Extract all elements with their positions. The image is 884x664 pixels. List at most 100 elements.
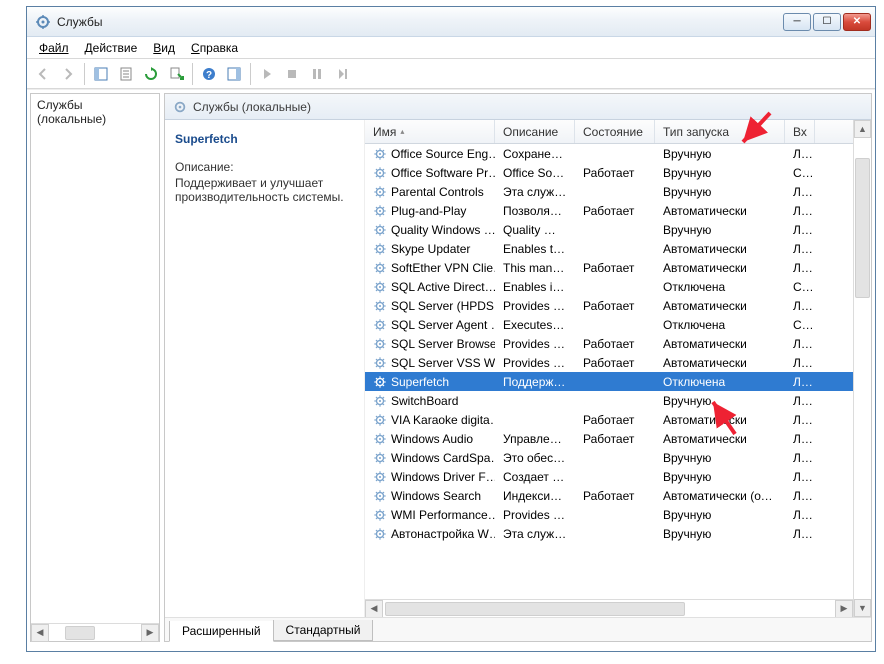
export-button[interactable] <box>164 62 188 86</box>
close-button[interactable]: ✕ <box>843 13 871 31</box>
service-row[interactable]: SQL Server BrowserProvides S…РаботаетАвт… <box>365 334 853 353</box>
cell-start-type: Вручную <box>655 185 785 199</box>
svg-text:?: ? <box>206 70 212 81</box>
cell-name: SQL Server (HPDS… <box>365 299 495 313</box>
tab-standard[interactable]: Стандартный <box>273 620 374 641</box>
cell-start-type: Автоматически <box>655 204 785 218</box>
cell-start-type: Автоматически <box>655 299 785 313</box>
tree-h-scrollbar[interactable]: ◀ ▶ <box>31 623 159 641</box>
titlebar: Службы ─ ☐ ✕ <box>27 7 875 37</box>
menu-action[interactable]: Действие <box>77 39 146 57</box>
start-service-button[interactable] <box>255 62 279 86</box>
console-tree[interactable]: Службы (локальные) ◀ ▶ <box>30 93 160 642</box>
cell-description: This mana… <box>495 261 575 275</box>
service-row[interactable]: Office Software Pr…Office Soft…РаботаетВ… <box>365 163 853 182</box>
cell-name: Parental Controls <box>365 185 495 199</box>
scroll-left-icon[interactable]: ◀ <box>31 624 49 642</box>
service-list[interactable]: Office Source Eng…Сохранен…ВручнуюЛоOffi… <box>365 144 853 599</box>
service-row[interactable]: Parental ControlsЭта служб… ВручнуюЛо <box>365 182 853 201</box>
list-header: Имя▴ Описание Состояние Тип запуска Вх <box>365 120 853 144</box>
refresh-button[interactable] <box>139 62 163 86</box>
pause-service-button[interactable] <box>305 62 329 86</box>
show-hide-tree-button[interactable] <box>89 62 113 86</box>
cell-start-type: Вручную <box>655 147 785 161</box>
cell-start-type: Автоматически <box>655 261 785 275</box>
cell-description: Эта служб… <box>495 185 575 199</box>
cell-state: Работает <box>575 337 655 351</box>
column-logon[interactable]: Вх <box>785 120 815 143</box>
cell-description: Quality Wi… <box>495 223 575 237</box>
service-row[interactable]: Office Source Eng…Сохранен…ВручнуюЛо <box>365 144 853 163</box>
cell-start-type: Вручную <box>655 470 785 484</box>
cell-logon: Ло <box>785 394 815 408</box>
cell-description: Позволяет… <box>495 204 575 218</box>
column-start-type[interactable]: Тип запуска <box>655 120 785 143</box>
cell-start-type: Отключена <box>655 280 785 294</box>
service-row[interactable]: Windows SearchИндексиро…РаботаетАвтомати… <box>365 486 853 505</box>
cell-logon: Ло <box>785 413 815 427</box>
cell-logon: Ло <box>785 185 815 199</box>
column-state[interactable]: Состояние <box>575 120 655 143</box>
service-row[interactable]: Автонастройка W…Эта служб…ВручнуюЛо <box>365 524 853 543</box>
cell-logon: Ло <box>785 489 815 503</box>
service-row[interactable]: SwitchBoardВручнуюЛо <box>365 391 853 410</box>
service-row[interactable]: SQL Server (HPDS…Provides st…РаботаетАвт… <box>365 296 853 315</box>
service-row[interactable]: Windows CardSpa…Это обесп…ВручнуюЛо <box>365 448 853 467</box>
cell-logon: Ло <box>785 432 815 446</box>
menu-view[interactable]: Вид <box>145 39 183 57</box>
service-row[interactable]: VIA Karaoke digita…РаботаетАвтоматически… <box>365 410 853 429</box>
scroll-thumb[interactable] <box>855 158 870 298</box>
service-row[interactable]: SQL Server Agent …Executes jo…ОтключенаС… <box>365 315 853 334</box>
scroll-up-icon[interactable]: ▲ <box>854 120 871 138</box>
scroll-left-icon[interactable]: ◀ <box>365 600 383 618</box>
cell-name: Office Software Pr… <box>365 166 495 180</box>
service-row[interactable]: Plug-and-PlayПозволяет…РаботаетАвтоматич… <box>365 201 853 220</box>
cell-name: Quality Windows … <box>365 223 495 237</box>
scroll-thumb[interactable] <box>385 602 685 616</box>
cell-description: Enables th… <box>495 242 575 256</box>
show-hide-action-pane-button[interactable] <box>222 62 246 86</box>
restart-service-button[interactable] <box>330 62 354 86</box>
back-button[interactable] <box>31 62 55 86</box>
forward-button[interactable] <box>56 62 80 86</box>
list-h-scrollbar[interactable]: ◀ ▶ <box>365 599 853 617</box>
cell-name: Office Source Eng… <box>365 147 495 161</box>
service-row[interactable]: Windows Driver F…Создает пр…ВручнуюЛо <box>365 467 853 486</box>
scroll-thumb[interactable] <box>65 626 95 640</box>
service-row[interactable]: SuperfetchПоддержи…ОтключенаЛо <box>365 372 853 391</box>
service-row[interactable]: WMI Performance…Provides p…ВручнуюЛо <box>365 505 853 524</box>
menu-bar: Файл Действие Вид Справка <box>27 37 875 59</box>
scroll-down-icon[interactable]: ▼ <box>854 599 871 617</box>
scroll-right-icon[interactable]: ▶ <box>835 600 853 618</box>
stop-service-button[interactable] <box>280 62 304 86</box>
cell-name: Автонастройка W… <box>365 527 495 541</box>
minimize-button[interactable]: ─ <box>783 13 811 31</box>
tab-extended[interactable]: Расширенный <box>169 621 274 642</box>
cell-name: Windows CardSpa… <box>365 451 495 465</box>
tree-root[interactable]: Службы (локальные) <box>37 98 106 126</box>
cell-name: Plug-and-Play <box>365 204 495 218</box>
cell-description: Индексиро… <box>495 489 575 503</box>
menu-file[interactable]: Файл <box>31 39 77 57</box>
column-name[interactable]: Имя▴ <box>365 120 495 143</box>
service-row[interactable]: SQL Active Direct…Enables int…ОтключенаС… <box>365 277 853 296</box>
cell-description: Эта служб… <box>495 527 575 541</box>
service-row[interactable]: Quality Windows …Quality Wi…ВручнуюЛо <box>365 220 853 239</box>
cell-state: Работает <box>575 489 655 503</box>
service-row[interactable]: Skype UpdaterEnables th…АвтоматическиЛо <box>365 239 853 258</box>
service-row[interactable]: Windows AudioУправлен…РаботаетАвтоматиче… <box>365 429 853 448</box>
column-description[interactable]: Описание <box>495 120 575 143</box>
cell-description: Executes jo… <box>495 318 575 332</box>
list-v-scrollbar[interactable]: ▲ ▼ <box>853 120 871 617</box>
maximize-button[interactable]: ☐ <box>813 13 841 31</box>
menu-help[interactable]: Справка <box>183 39 246 57</box>
cell-logon: Се <box>785 166 815 180</box>
cell-logon: Ло <box>785 261 815 275</box>
service-row[interactable]: SoftEther VPN Clie…This mana…РаботаетАвт… <box>365 258 853 277</box>
help-button[interactable]: ? <box>197 62 221 86</box>
cell-start-type: Автоматически <box>655 413 785 427</box>
properties-button[interactable] <box>114 62 138 86</box>
scroll-right-icon[interactable]: ▶ <box>141 624 159 642</box>
cell-name: Skype Updater <box>365 242 495 256</box>
service-row[interactable]: SQL Server VSS Wr…Provides th…РаботаетАв… <box>365 353 853 372</box>
